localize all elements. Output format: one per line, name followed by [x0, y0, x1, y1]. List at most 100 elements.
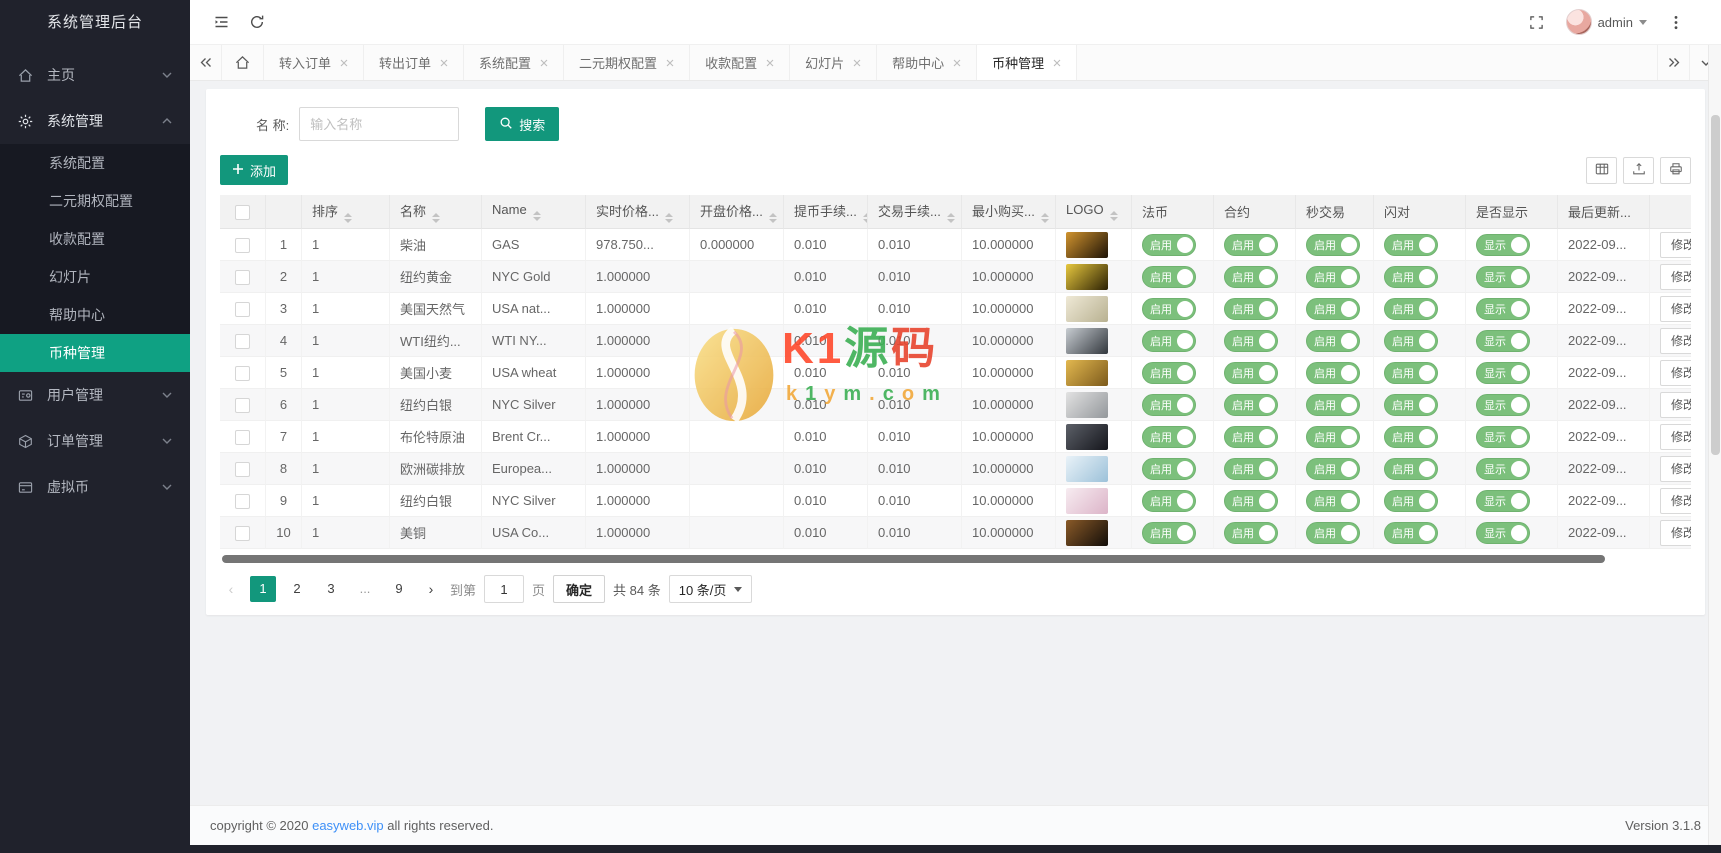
seconds-trade-toggle[interactable]: 启用 — [1306, 329, 1360, 352]
seconds-trade-toggle[interactable]: 启用 — [1306, 521, 1360, 544]
row-checkbox[interactable] — [235, 237, 250, 253]
flash-toggle[interactable]: 启用 — [1384, 393, 1438, 416]
row-checkbox[interactable] — [235, 301, 250, 317]
close-icon[interactable] — [1053, 59, 1061, 67]
close-icon[interactable] — [540, 59, 548, 67]
close-icon[interactable] — [853, 59, 861, 67]
vertical-scrollbar-thumb[interactable] — [1711, 115, 1720, 455]
flash-toggle[interactable]: 启用 — [1384, 297, 1438, 320]
edit-button[interactable]: 修改 — [1660, 263, 1691, 290]
contract-toggle[interactable]: 启用 — [1224, 329, 1278, 352]
column-header-开盘价格...[interactable]: 开盘价格... — [690, 195, 784, 229]
edit-button[interactable]: 修改 — [1660, 391, 1691, 418]
row-checkbox[interactable] — [235, 461, 250, 477]
copyright-link[interactable]: easyweb.vip — [312, 818, 384, 833]
prev-page-button[interactable]: ‹ — [220, 581, 242, 597]
flash-toggle[interactable]: 启用 — [1384, 425, 1438, 448]
fiat-toggle[interactable]: 启用 — [1142, 329, 1196, 352]
contract-toggle[interactable]: 启用 — [1224, 457, 1278, 480]
seconds-trade-toggle[interactable]: 启用 — [1306, 233, 1360, 256]
page-size-select[interactable]: 10 条/页 — [668, 575, 753, 603]
close-icon[interactable] — [440, 59, 448, 67]
flash-toggle[interactable]: 启用 — [1384, 361, 1438, 384]
contract-toggle[interactable]: 启用 — [1224, 425, 1278, 448]
column-header-交易手续...[interactable]: 交易手续... — [868, 195, 962, 229]
column-header-名称[interactable]: 名称 — [390, 195, 482, 229]
fiat-toggle[interactable]: 启用 — [1142, 393, 1196, 416]
edit-button[interactable]: 修改 — [1660, 487, 1691, 514]
column-header-排序[interactable]: 排序 — [302, 195, 390, 229]
tab-转入订单[interactable]: 转入订单 — [264, 45, 365, 80]
visible-toggle[interactable]: 显示 — [1476, 297, 1530, 320]
contract-toggle[interactable]: 启用 — [1224, 265, 1278, 288]
sidebar-subitem-币种管理[interactable]: 币种管理 — [0, 334, 190, 372]
column-header-实时价格...[interactable]: 实时价格... — [586, 195, 690, 229]
select-all-checkbox[interactable] — [235, 204, 250, 220]
seconds-trade-toggle[interactable]: 启用 — [1306, 297, 1360, 320]
visible-toggle[interactable]: 显示 — [1476, 521, 1530, 544]
edit-button[interactable]: 修改 — [1660, 519, 1691, 546]
sidebar-item-主页[interactable]: 主页 — [0, 52, 190, 98]
goto-confirm-button[interactable]: 确定 — [553, 575, 606, 603]
tab-转出订单[interactable]: 转出订单 — [364, 45, 465, 80]
sort-icon[interactable] — [768, 212, 777, 223]
contract-toggle[interactable]: 启用 — [1224, 233, 1278, 256]
sort-icon[interactable] — [1109, 211, 1118, 221]
row-checkbox[interactable] — [235, 333, 250, 349]
page-button-9[interactable]: 9 — [386, 576, 412, 602]
page-button-3[interactable]: 3 — [318, 576, 344, 602]
fiat-toggle[interactable]: 启用 — [1142, 297, 1196, 320]
seconds-trade-toggle[interactable]: 启用 — [1306, 489, 1360, 512]
edit-button[interactable]: 修改 — [1660, 423, 1691, 450]
visible-toggle[interactable]: 显示 — [1476, 265, 1530, 288]
seconds-trade-toggle[interactable]: 启用 — [1306, 457, 1360, 480]
flash-toggle[interactable]: 启用 — [1384, 489, 1438, 512]
sidebar-subitem-系统配置[interactable]: 系统配置 — [0, 144, 190, 182]
column-header-提币手续...[interactable]: 提币手续... — [784, 195, 868, 229]
page-button-2[interactable]: 2 — [284, 576, 310, 602]
column-header-最小购买...[interactable]: 最小购买... — [962, 195, 1056, 229]
seconds-trade-toggle[interactable]: 启用 — [1306, 425, 1360, 448]
row-checkbox[interactable] — [235, 397, 250, 413]
sidebar-subitem-收款配置[interactable]: 收款配置 — [0, 220, 190, 258]
visible-toggle[interactable]: 显示 — [1476, 361, 1530, 384]
row-checkbox[interactable] — [235, 365, 250, 381]
visible-toggle[interactable]: 显示 — [1476, 393, 1530, 416]
edit-button[interactable]: 修改 — [1660, 295, 1691, 322]
tab-币种管理[interactable]: 币种管理 — [977, 45, 1078, 80]
more-options-icon[interactable] — [1661, 7, 1691, 37]
sort-icon[interactable] — [432, 212, 441, 223]
sort-icon[interactable] — [344, 212, 353, 223]
user-menu[interactable]: admin — [1565, 9, 1647, 35]
sort-icon[interactable] — [1040, 212, 1049, 223]
sidebar-item-订单管理[interactable]: 订单管理 — [0, 418, 190, 464]
close-icon[interactable] — [666, 59, 674, 67]
seconds-trade-toggle[interactable]: 启用 — [1306, 361, 1360, 384]
contract-toggle[interactable]: 启用 — [1224, 361, 1278, 384]
search-input[interactable] — [299, 107, 460, 141]
refresh-icon[interactable] — [242, 7, 272, 37]
seconds-trade-toggle[interactable]: 启用 — [1306, 393, 1360, 416]
tabs-scroll-right-button[interactable] — [1657, 45, 1689, 80]
contract-toggle[interactable]: 启用 — [1224, 297, 1278, 320]
flash-toggle[interactable]: 启用 — [1384, 457, 1438, 480]
tab-系统配置[interactable]: 系统配置 — [464, 45, 565, 80]
contract-toggle[interactable]: 启用 — [1224, 393, 1278, 416]
edit-button[interactable]: 修改 — [1660, 359, 1691, 386]
contract-toggle[interactable]: 启用 — [1224, 489, 1278, 512]
tab-二元期权配置[interactable]: 二元期权配置 — [564, 45, 691, 80]
edit-button[interactable]: 修改 — [1660, 455, 1691, 482]
visible-toggle[interactable]: 显示 — [1476, 457, 1530, 480]
column-header-LOGO[interactable]: LOGO — [1056, 195, 1132, 229]
columns-toggle-button[interactable] — [1586, 156, 1617, 184]
tab-home[interactable] — [222, 45, 264, 80]
fiat-toggle[interactable]: 启用 — [1142, 233, 1196, 256]
seconds-trade-toggle[interactable]: 启用 — [1306, 265, 1360, 288]
visible-toggle[interactable]: 显示 — [1476, 425, 1530, 448]
visible-toggle[interactable]: 显示 — [1476, 233, 1530, 256]
contract-toggle[interactable]: 启用 — [1224, 521, 1278, 544]
visible-toggle[interactable]: 显示 — [1476, 489, 1530, 512]
page-button-1[interactable]: 1 — [250, 576, 276, 602]
row-checkbox[interactable] — [235, 493, 250, 509]
sidebar-item-用户管理[interactable]: 用户管理 — [0, 372, 190, 418]
